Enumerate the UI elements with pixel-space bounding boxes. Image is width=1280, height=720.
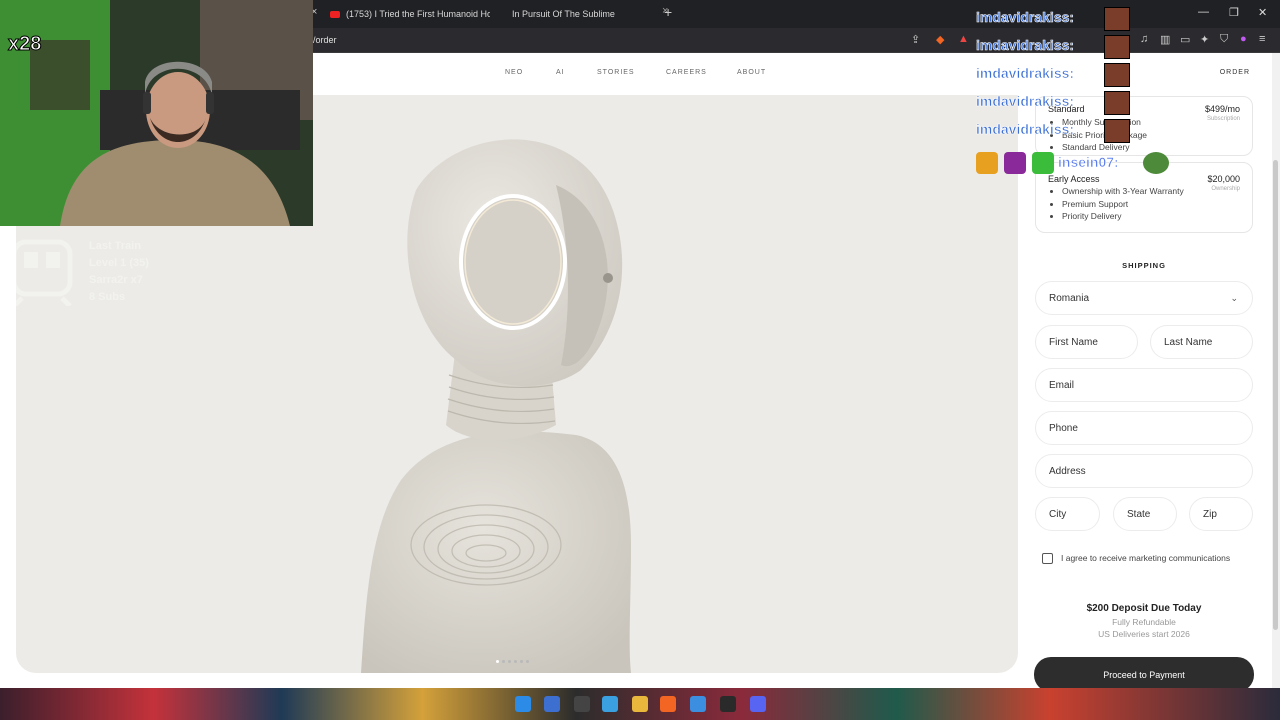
last-name-field[interactable]: Last Name [1150,325,1253,359]
deposit-title: $200 Deposit Due Today [1086,603,1202,614]
chat-emote-image [1104,91,1130,115]
chat-username: imdavidrakiss: [976,65,1075,82]
plan-card-early-access[interactable]: Early Access $20,000 Ownership Ownership… [1035,162,1253,233]
url-field[interactable]: /order [313,35,337,45]
tab-label: (1753) I Tried the First Humanoid Ho [346,9,490,19]
scrollbar-thumb[interactable] [1273,160,1278,630]
webcam-overlay: x28 [0,0,313,226]
new-tab-button[interactable]: + [664,4,672,20]
sub-badge-icon [1032,152,1054,174]
sub-goal-widget [8,238,168,308]
sub-goal-title: Last Train [89,240,141,252]
nav-neo[interactable]: NEO [505,69,523,76]
address-field[interactable]: Address [1035,454,1253,488]
plan-feature: Premium Support [1062,198,1184,211]
chat-username: imdavidrakiss: [976,93,1075,110]
city-field[interactable]: City [1035,497,1100,531]
shipping-heading: SHIPPING [1122,261,1166,270]
plan-feature: Priority Delivery [1062,210,1184,223]
brave-shield-icon[interactable]: ◆ [936,33,944,46]
first-name-field[interactable]: First Name [1035,325,1138,359]
sidebar-icon[interactable]: ▥ [1160,33,1170,46]
sub-goal-user: Sarra2r x7 [89,274,143,286]
carousel-dot[interactable] [514,660,517,663]
pepe-emote-icon [1143,152,1169,174]
file-explorer-icon[interactable] [632,696,648,712]
marketing-label: I agree to receive marketing communicati… [1061,553,1231,563]
nav-ai[interactable]: AI [556,69,565,76]
plan-type: Subscription [1206,116,1240,122]
chat-username: imdavidrakiss: [976,9,1075,26]
rewards-icon[interactable]: ▲ [958,33,969,45]
carousel-dot[interactable] [520,660,523,663]
youtube-icon [330,10,340,18]
ghost-badge-icon [1004,152,1026,174]
minimize-icon[interactable]: — [1198,6,1209,18]
vpn-icon[interactable]: ⛉ [1220,33,1228,46]
chat-emote-image [1104,119,1130,143]
email-field[interactable]: Email [1035,368,1253,402]
screen: × (1753) I Tried the First Humanoid Ho I… [0,0,1280,720]
taskbar-app-icon[interactable] [574,696,590,712]
carousel-dot[interactable] [508,660,511,663]
nav-about[interactable]: ABOUT [737,69,766,76]
zip-field[interactable]: Zip [1189,497,1253,531]
chat-emote-image [1104,7,1130,31]
phone-field[interactable]: Phone [1035,411,1253,445]
sub-goal-level: Level 1 (35) [89,257,149,269]
deposit-refund: Fully Refundable [1112,617,1176,627]
taskbar-app-icon[interactable] [690,696,706,712]
deposit-delivery: US Deliveries start 2026 [1098,629,1190,639]
chat-username: imdavidrakiss: [976,121,1075,138]
proceed-to-payment-button[interactable]: Proceed to Payment [1034,657,1254,692]
plan-features: Ownership with 3-Year Warranty Premium S… [1062,185,1184,223]
nav-stories[interactable]: STORIES [597,69,635,76]
plan-type: Ownership [1211,186,1240,192]
tab-label: In Pursuit Of The Sublime [512,9,615,19]
plan-title: Early Access [1048,174,1100,184]
marketing-checkbox[interactable] [1042,553,1053,564]
nav-careers[interactable]: CAREERS [666,69,707,76]
discord-icon[interactable] [750,696,766,712]
crown-badge-icon [976,152,998,174]
chat-username: insein07: [1058,154,1119,171]
carousel-dot[interactable] [496,660,499,663]
tab-order-page[interactable]: In Pursuit Of The Sublime [512,3,652,25]
plan-price: $20,000 [1207,174,1240,184]
share-icon[interactable]: ⇪ [911,33,920,46]
streamer-webcam-feed [0,0,313,226]
country-value: Romania [1049,292,1090,304]
train-icon [11,239,73,306]
taskbar-app-icon[interactable] [720,696,736,712]
carousel-dots[interactable] [496,660,529,663]
restore-icon[interactable]: ❐ [1229,6,1239,19]
windows-start-icon[interactable] [515,696,531,712]
taskbar-app-icon[interactable] [602,696,618,712]
menu-icon[interactable]: ≡ [1259,33,1265,45]
chevron-down-icon: ⌄ [1230,292,1238,303]
chat-emote-image [1104,63,1130,87]
nav-order[interactable]: ORDER [1220,69,1250,76]
follower-counter: x28 [7,33,42,56]
leo-icon[interactable]: ✦ [1200,33,1209,46]
music-icon[interactable]: ♫ [1140,33,1148,45]
chat-emote-image [1104,35,1130,59]
plan-price: $499/mo [1204,104,1240,114]
sub-goal-count: 8 Subs [89,291,126,303]
profile-icon[interactable]: ● [1240,33,1247,45]
chat-username: imdavidrakiss: [976,37,1075,54]
carousel-dot[interactable] [526,660,529,663]
brave-browser-icon[interactable] [660,696,676,712]
country-select[interactable]: Romania ⌄ [1035,281,1253,315]
state-field[interactable]: State [1113,497,1177,531]
tab-youtube[interactable]: (1753) I Tried the First Humanoid Ho [330,3,490,25]
close-window-icon[interactable]: ✕ [1258,6,1267,19]
taskbar-app-icon[interactable] [544,696,560,712]
wallet-icon[interactable]: ▭ [1180,33,1190,46]
carousel-dot[interactable] [502,660,505,663]
plan-feature: Ownership with 3-Year Warranty [1062,185,1184,198]
